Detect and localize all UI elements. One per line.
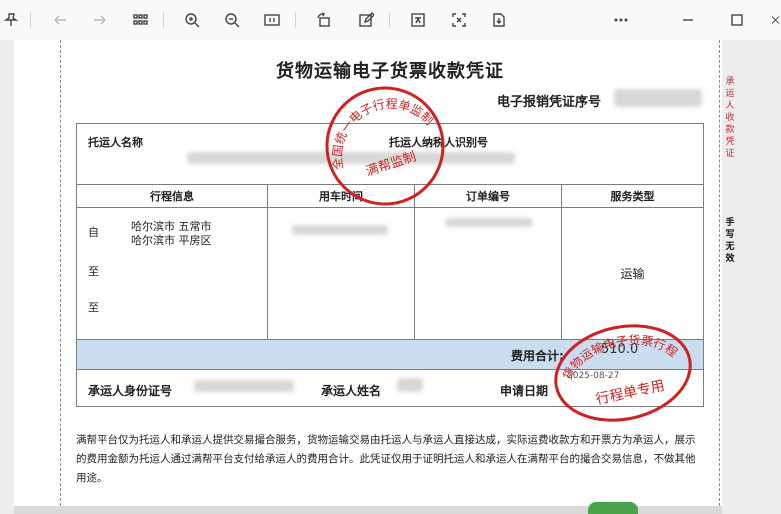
edit-icon[interactable] bbox=[355, 9, 377, 31]
close-icon[interactable] bbox=[770, 9, 781, 31]
toolbar-divider bbox=[30, 12, 31, 28]
carrier-name-label: 承运人姓名 bbox=[321, 384, 382, 398]
viewer-toolbar bbox=[0, 0, 781, 41]
redacted-carrier-id bbox=[194, 380, 294, 392]
service-header: 服务类型 bbox=[561, 184, 704, 208]
stamp-center-text-top: 满帮监制 bbox=[364, 149, 418, 179]
toolbar-divider bbox=[295, 12, 296, 28]
from-label: 自 bbox=[88, 226, 99, 239]
route-cell: 自 哈尔滨市 五常市 哈尔滨市 平房区 至 至 bbox=[76, 207, 268, 340]
toolbar-divider bbox=[163, 12, 164, 28]
right-perforation bbox=[719, 40, 720, 506]
maximize-icon[interactable] bbox=[726, 9, 748, 31]
rotate-icon[interactable] bbox=[313, 9, 335, 31]
back-icon[interactable] bbox=[49, 9, 71, 31]
redacted-time bbox=[292, 225, 388, 235]
fit-page-icon[interactable] bbox=[261, 9, 283, 31]
side-receipt-label: 承运人收款凭证 bbox=[725, 77, 735, 159]
more-icon[interactable] bbox=[610, 9, 632, 31]
serial-number-label: 电子报销凭证序号 bbox=[497, 95, 602, 110]
document-title: 货物运输电子货票收款凭证 bbox=[276, 61, 504, 82]
order-cell bbox=[414, 207, 562, 340]
stamp-center-text-bottom: 行程单专用 bbox=[594, 378, 666, 408]
forward-icon[interactable] bbox=[89, 9, 111, 31]
left-perforation bbox=[60, 40, 61, 506]
to-location: 哈尔滨市 平房区 bbox=[131, 234, 212, 247]
screenshot-icon[interactable] bbox=[448, 9, 470, 31]
to-label-2: 至 bbox=[88, 301, 99, 314]
pin-icon[interactable] bbox=[0, 9, 22, 31]
zoom-out-icon[interactable] bbox=[221, 9, 243, 31]
translate-icon[interactable] bbox=[407, 9, 429, 31]
carrier-id-label: 承运人身份证号 bbox=[88, 384, 173, 398]
document-viewer[interactable]: 承运人收款凭证 手写无效 货物运输电子货票收款凭证 电子报销凭证序号 托运人名称… bbox=[0, 40, 781, 514]
redacted-order bbox=[445, 218, 533, 227]
redacted-carrier-name bbox=[397, 378, 423, 392]
itinerary-stamp: 货物运输电子货票行程单 行程单专用 bbox=[548, 318, 692, 422]
save-icon[interactable] bbox=[488, 9, 510, 31]
disclaimer-text: 满帮平台仅为托运人和承运人提供交易撮合服务，货物运输交易由托运人与承运人直接达成… bbox=[76, 434, 696, 484]
zoom-in-icon[interactable] bbox=[181, 9, 203, 31]
supervision-stamp: 全国统一电子行程单监制 满帮监制 bbox=[320, 82, 445, 206]
minimize-icon[interactable] bbox=[677, 9, 699, 31]
redacted-serial bbox=[614, 89, 702, 107]
shipper-name-label: 托运人名称 bbox=[88, 136, 143, 149]
route-header: 行程信息 bbox=[76, 184, 268, 208]
time-cell bbox=[267, 207, 415, 340]
apply-date-label: 申请日期 bbox=[500, 384, 549, 398]
page-grid-icon[interactable] bbox=[129, 9, 151, 31]
toolbar-divider bbox=[389, 12, 390, 28]
side-handwritten-invalid: 手写无效 bbox=[725, 218, 735, 264]
next-page-hint bbox=[588, 502, 638, 514]
to-label-1: 至 bbox=[88, 265, 99, 278]
